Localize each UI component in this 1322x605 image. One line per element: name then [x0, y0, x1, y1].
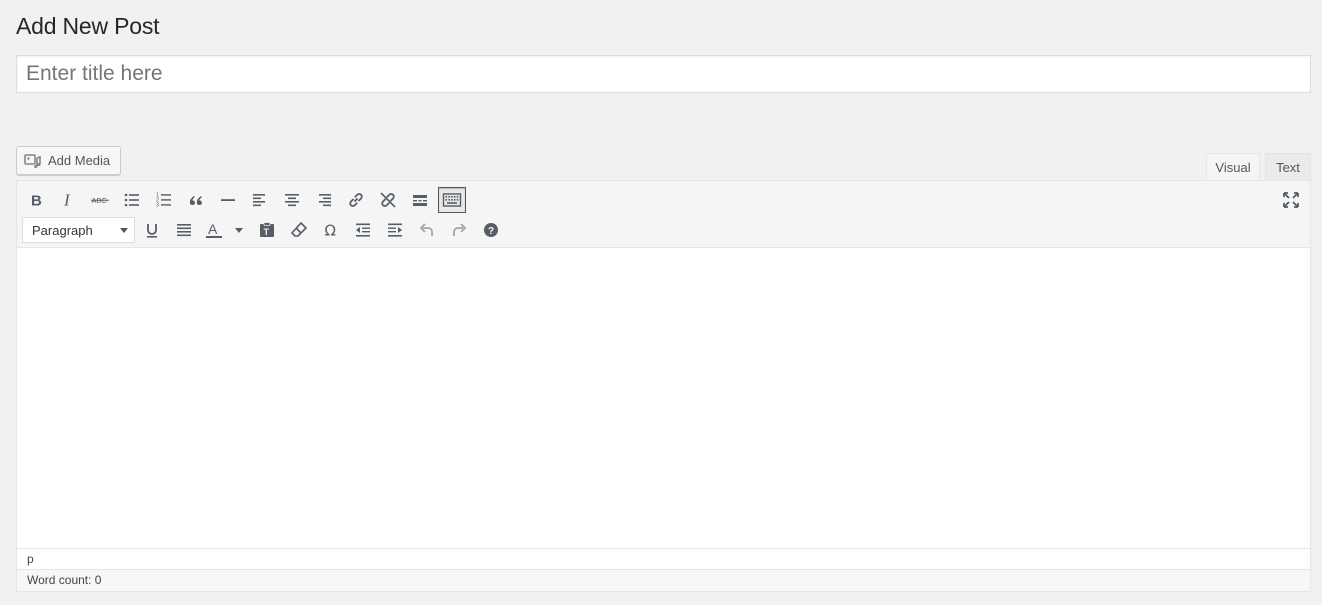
numbered-list-button[interactable]: 1 2 3 — [150, 187, 178, 213]
remove-link-icon — [380, 192, 396, 208]
insert-link-button[interactable] — [342, 187, 370, 213]
svg-text:I: I — [63, 191, 71, 210]
special-character-button[interactable]: Ω — [317, 217, 345, 243]
justify-icon — [177, 224, 191, 237]
horizontal-line-button[interactable] — [214, 187, 242, 213]
text-color-button[interactable]: A — [202, 217, 246, 243]
fullscreen-icon — [1283, 192, 1299, 208]
justify-button[interactable] — [170, 217, 198, 243]
page-title: Add New Post — [16, 13, 160, 39]
blockquote-icon — [189, 196, 202, 205]
paste-as-text-button[interactable]: T — [253, 217, 281, 243]
toolbar-toggle-button[interactable] — [438, 187, 466, 213]
paste-as-text-icon: T — [260, 222, 274, 237]
element-path[interactable]: p — [17, 548, 1310, 569]
tab-visual[interactable]: Visual — [1206, 153, 1260, 181]
help-icon: ? — [484, 223, 498, 237]
read-more-button[interactable] — [406, 187, 434, 213]
align-left-icon — [253, 194, 265, 207]
omega-icon: Ω — [325, 222, 336, 240]
clear-formatting-button[interactable] — [285, 217, 313, 243]
undo-icon — [419, 223, 433, 236]
chevron-down-icon — [120, 228, 128, 233]
svg-text:T: T — [264, 227, 270, 237]
read-more-icon — [413, 195, 427, 206]
keyboard-icon — [442, 193, 462, 207]
underline-button[interactable] — [138, 217, 166, 243]
word-count: Word count: 0 — [17, 569, 1310, 591]
svg-text:3: 3 — [156, 203, 159, 209]
text-color-icon: A — [206, 221, 243, 238]
help-button[interactable]: ? — [477, 217, 505, 243]
strikethrough-icon: ABC — [91, 196, 109, 205]
bulleted-list-button[interactable] — [118, 187, 146, 213]
align-right-button[interactable] — [310, 187, 338, 213]
editor: B I ABC 1 2 3 Paragraph A T Ω ? p Word c… — [16, 180, 1311, 592]
editor-toolbar: B I ABC 1 2 3 Paragraph A T Ω ? — [17, 181, 1310, 248]
italic-button[interactable]: I — [54, 187, 82, 213]
bold-icon: B — [31, 193, 42, 210]
redo-button[interactable] — [445, 217, 473, 243]
undo-button[interactable] — [413, 217, 441, 243]
numbered-list-icon: 1 2 3 — [156, 193, 171, 209]
svg-text:Ω: Ω — [325, 222, 336, 240]
format-select[interactable]: Paragraph — [22, 217, 135, 243]
format-select-value: Paragraph — [32, 222, 93, 238]
post-title-input[interactable] — [16, 55, 1311, 93]
remove-link-button[interactable] — [374, 187, 402, 213]
underline-icon — [147, 224, 157, 238]
strikethrough-button[interactable]: ABC — [86, 187, 114, 213]
outdent-button[interactable] — [349, 217, 377, 243]
align-left-button[interactable] — [246, 187, 274, 213]
svg-text:A: A — [208, 221, 218, 237]
fullscreen-button[interactable] — [1277, 187, 1305, 213]
align-center-icon — [285, 194, 299, 207]
horizontal-line-icon — [221, 199, 235, 201]
align-right-icon — [319, 194, 331, 207]
insert-link-icon — [349, 193, 363, 207]
svg-text:?: ? — [488, 226, 494, 237]
redo-icon — [453, 223, 467, 236]
editor-content-area[interactable] — [17, 248, 1310, 548]
indent-button[interactable] — [381, 217, 409, 243]
outdent-icon — [356, 223, 370, 237]
svg-text:B: B — [31, 193, 42, 210]
bold-button[interactable]: B — [22, 187, 50, 213]
bulleted-list-icon — [124, 193, 139, 207]
indent-icon — [388, 223, 402, 237]
add-media-button[interactable]: Add Media — [16, 146, 121, 175]
align-center-button[interactable] — [278, 187, 306, 213]
eraser-icon — [290, 221, 308, 237]
tab-text[interactable]: Text — [1265, 153, 1311, 181]
media-icon — [24, 152, 42, 170]
blockquote-button[interactable] — [182, 187, 210, 213]
add-media-label: Add Media — [48, 153, 111, 168]
italic-icon: I — [63, 191, 71, 210]
